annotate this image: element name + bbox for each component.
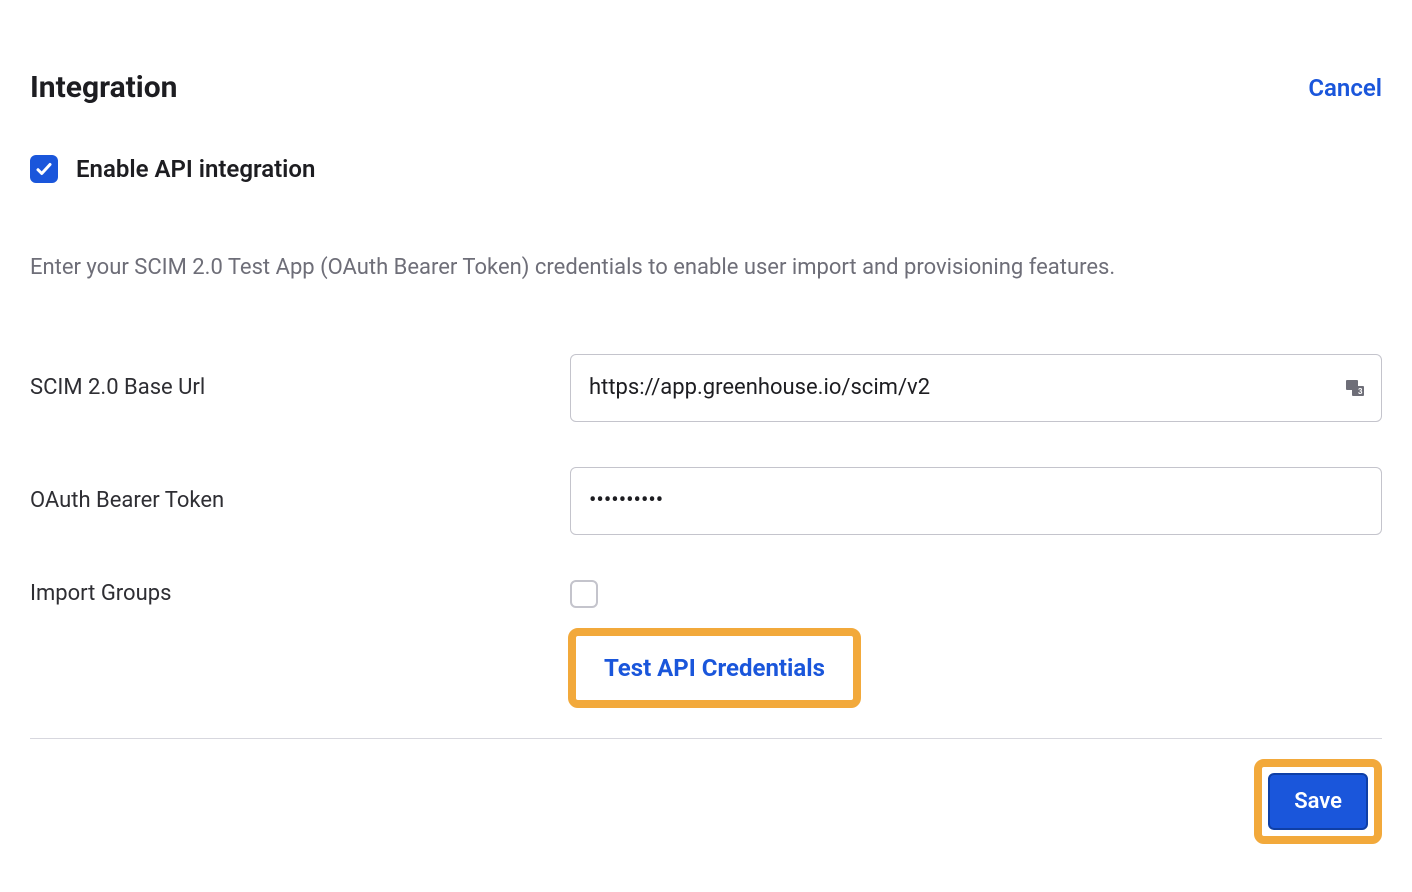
integration-panel: Integration Cancel Enable API integratio… [30, 70, 1382, 844]
svg-text:3: 3 [1358, 387, 1363, 396]
oauth-token-control [570, 467, 1382, 535]
page-title: Integration [30, 70, 177, 105]
save-highlight: Save [1254, 759, 1382, 844]
scim-base-url-input[interactable] [570, 354, 1382, 422]
import-groups-row: Import Groups [30, 580, 1382, 608]
test-credentials-highlight: Test API Credentials [568, 628, 861, 708]
import-groups-checkbox[interactable] [570, 580, 598, 608]
oauth-token-row: OAuth Bearer Token [30, 467, 1382, 535]
test-credentials-row: Test API Credentials [568, 628, 1382, 708]
checkmark-icon [35, 160, 53, 178]
oauth-token-input[interactable] [570, 467, 1382, 535]
enable-api-checkbox[interactable] [30, 155, 58, 183]
scim-base-url-label: SCIM 2.0 Base Url [30, 375, 570, 400]
scim-base-url-row: SCIM 2.0 Base Url 3 [30, 354, 1382, 422]
test-api-credentials-link[interactable]: Test API Credentials [604, 654, 825, 682]
header: Integration Cancel [30, 70, 1382, 105]
cancel-link[interactable]: Cancel [1308, 74, 1382, 102]
enable-api-label: Enable API integration [76, 155, 315, 183]
footer: Save [30, 759, 1382, 844]
import-groups-control [570, 580, 1382, 608]
scim-base-url-control: 3 [570, 354, 1382, 422]
autofill-icon: 3 [1344, 376, 1368, 400]
save-button[interactable]: Save [1268, 773, 1368, 830]
enable-api-row: Enable API integration [30, 155, 1382, 183]
oauth-token-label: OAuth Bearer Token [30, 488, 570, 513]
divider [30, 738, 1382, 739]
description-text: Enter your SCIM 2.0 Test App (OAuth Bear… [30, 253, 1382, 284]
import-groups-label: Import Groups [30, 581, 570, 606]
